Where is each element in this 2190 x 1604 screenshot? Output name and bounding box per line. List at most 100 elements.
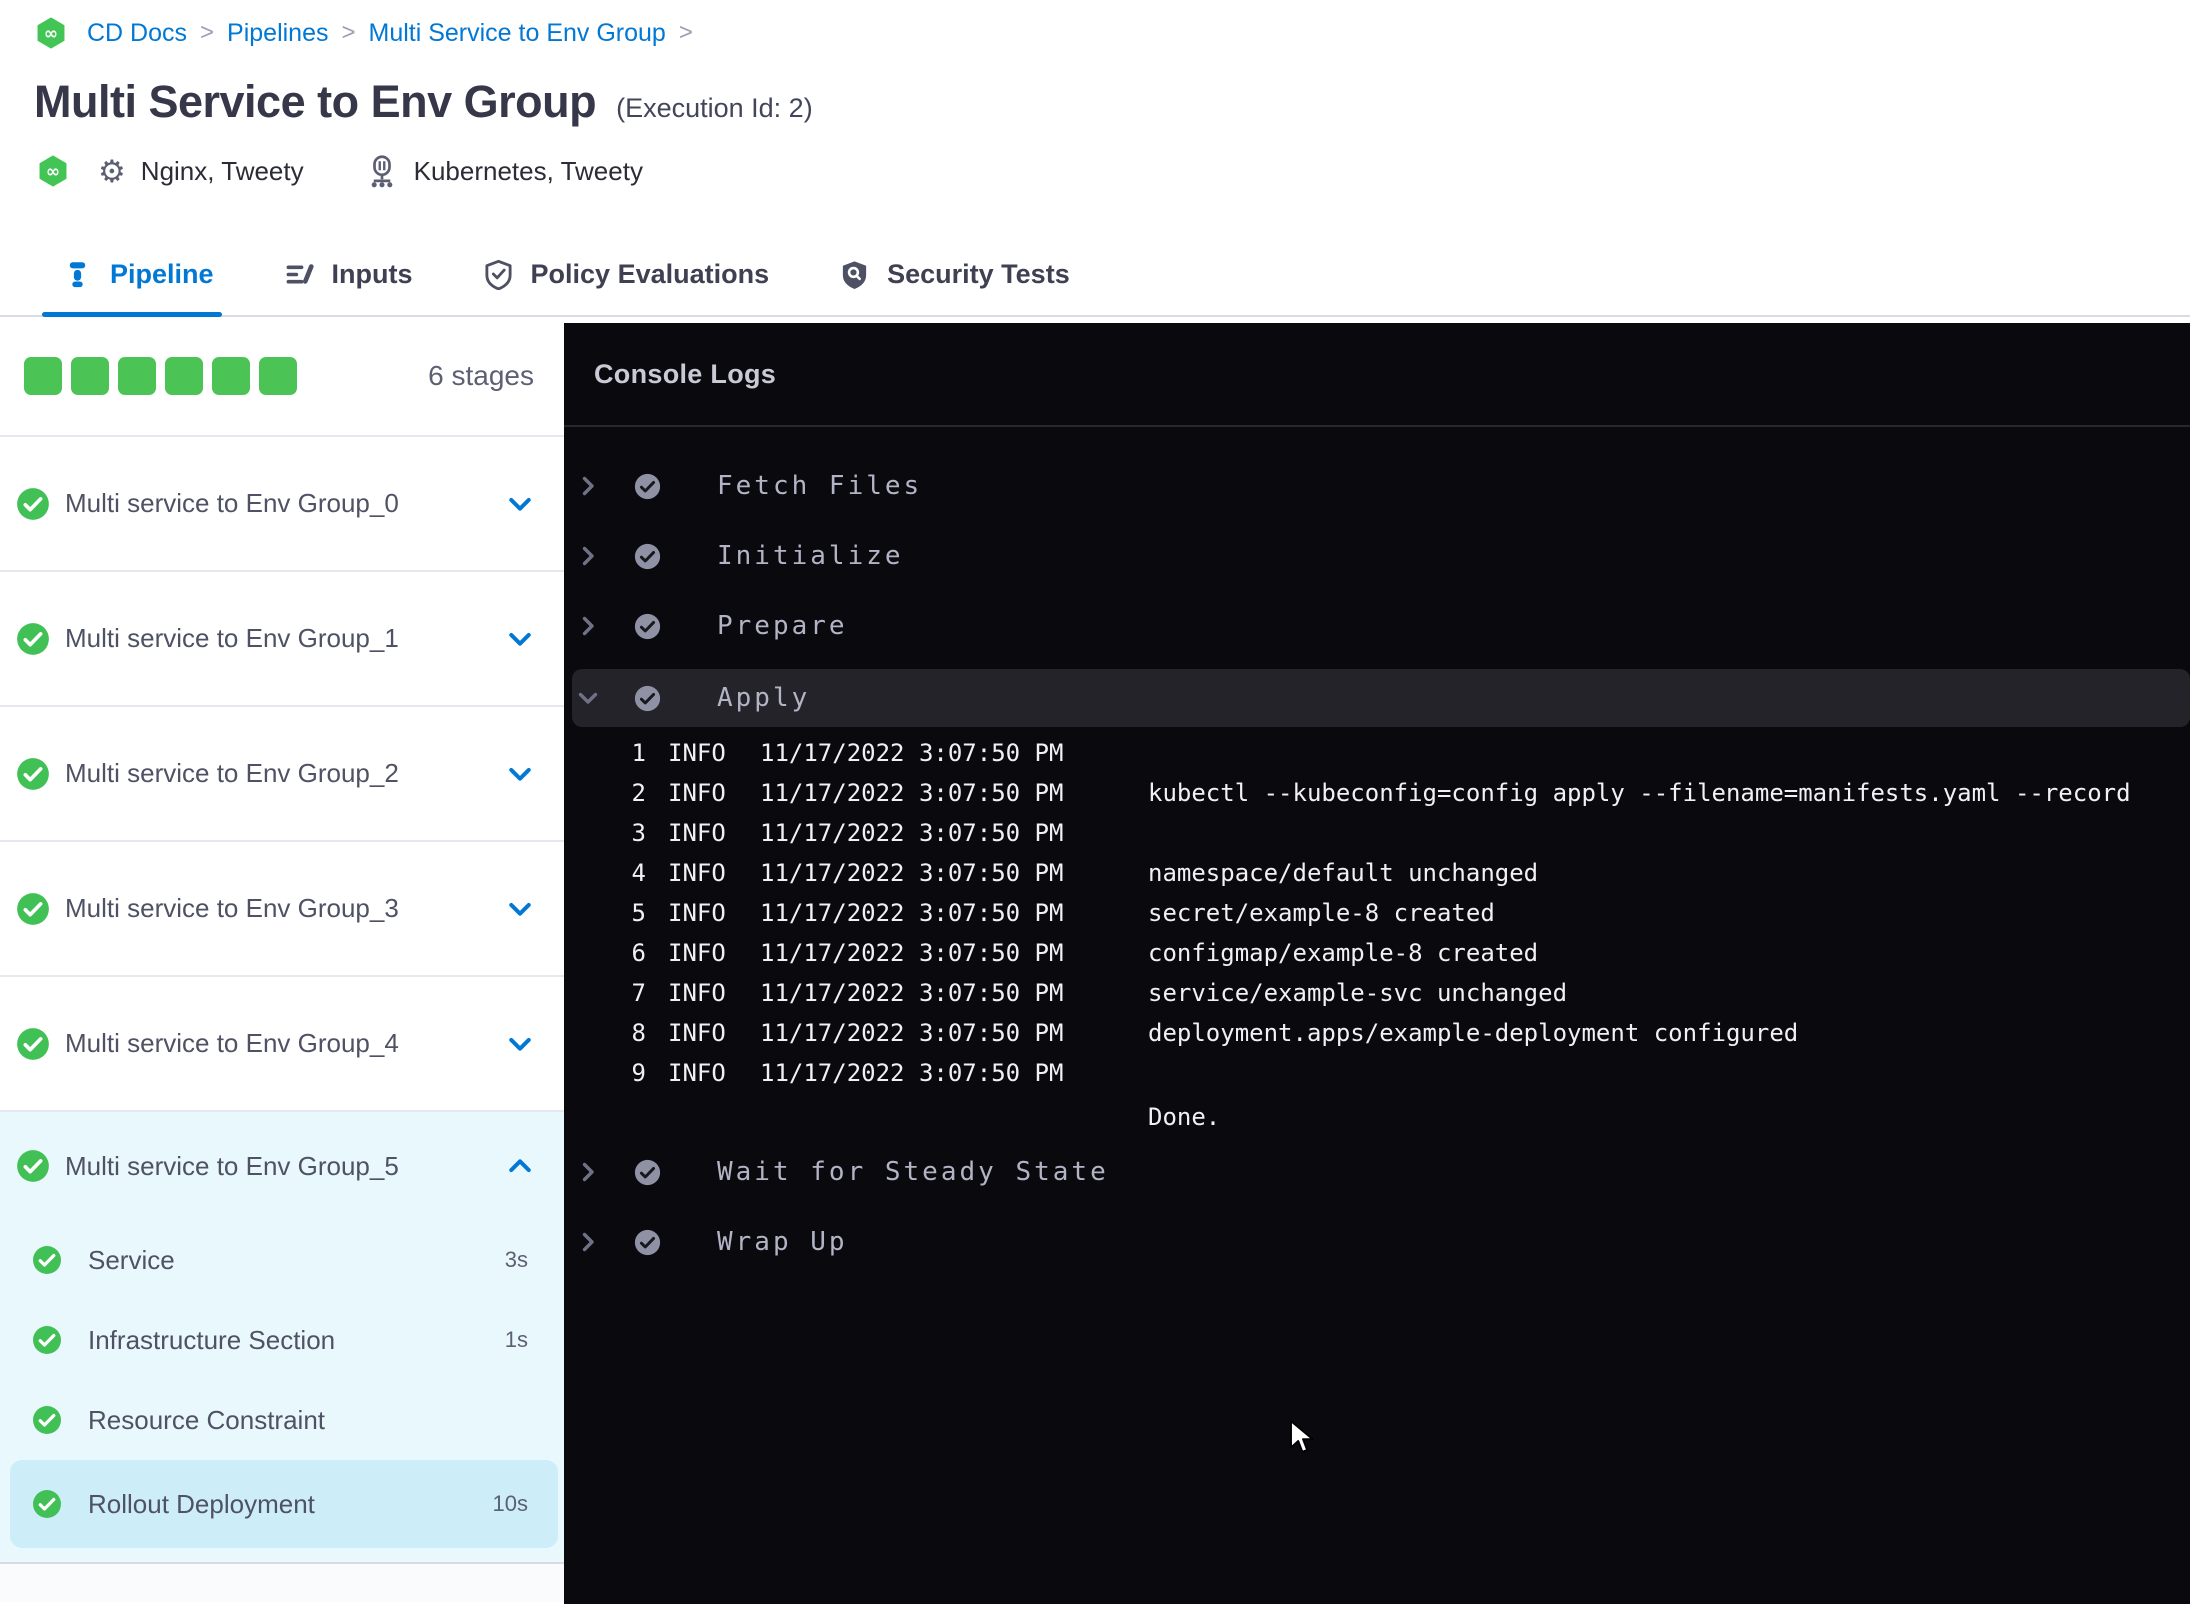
breadcrumb-separator-icon: > <box>341 19 356 46</box>
execution-id: (Execution Id: 2) <box>616 93 813 123</box>
log-section-wrap-up[interactable]: Wrap Up <box>564 1207 2190 1277</box>
tab-policy-evaluations[interactable]: Policy Evaluations <box>483 259 769 290</box>
success-check-icon <box>634 613 661 640</box>
stage-progress-squares <box>24 357 297 395</box>
success-check-icon <box>32 1405 62 1435</box>
step-row-infrastructure[interactable]: Infrastructure Section 1s <box>0 1300 564 1380</box>
success-check-icon <box>634 473 661 500</box>
log-level: INFO <box>668 739 726 767</box>
log-section-label: Initialize <box>717 541 904 571</box>
log-section-label: Wrap Up <box>717 1227 848 1257</box>
breadcrumb-separator-icon: > <box>200 19 215 46</box>
log-message: configmap/example-8 created <box>1148 939 1539 967</box>
tab-label: Inputs <box>331 258 413 289</box>
log-section-prepare[interactable]: Prepare <box>564 591 2190 661</box>
log-section-label: Wait for Steady State <box>717 1157 1109 1187</box>
log-level: INFO <box>668 1059 726 1087</box>
log-section-initialize[interactable]: Initialize <box>564 521 2190 591</box>
chevron-right-icon[interactable] <box>576 544 600 568</box>
log-timestamp: 11/17/2022 3:07:50 PM <box>760 779 1064 807</box>
log-section-fetch-files[interactable]: Fetch Files <box>564 451 2190 521</box>
step-label: Infrastructure Section <box>88 1324 336 1355</box>
step-label: Service <box>88 1244 175 1275</box>
breadcrumb-separator-icon: > <box>678 19 693 46</box>
stage-row-0[interactable]: Multi service to Env Group_0 <box>0 437 564 572</box>
log-tail-line: Done. <box>564 1093 2190 1137</box>
log-line: 8 INFO 11/17/2022 3:07:50 PM deployment.… <box>564 1013 2190 1053</box>
success-check-icon <box>16 892 50 926</box>
inputs-icon <box>284 259 315 290</box>
step-duration: 10s <box>492 1491 528 1516</box>
log-timestamp: 11/17/2022 3:07:50 PM <box>760 819 1064 847</box>
stage-count-label: 6 stages <box>428 360 534 391</box>
breadcrumb-cd-docs[interactable]: CD Docs <box>87 19 187 48</box>
stage-row-2[interactable]: Multi service to Env Group_2 <box>0 707 564 842</box>
console-header: Console Logs <box>564 323 2190 427</box>
log-level: INFO <box>668 1019 726 1047</box>
chevron-down-icon[interactable] <box>506 625 534 653</box>
chevron-down-icon[interactable] <box>506 1030 534 1058</box>
log-line: 2 INFO 11/17/2022 3:07:50 PM kubectl --k… <box>564 773 2190 813</box>
success-check-icon <box>32 1489 62 1519</box>
log-timestamp: 11/17/2022 3:07:50 PM <box>760 1019 1064 1047</box>
app-window: CD Docs > Pipelines > Multi Service to E… <box>0 0 2190 1604</box>
stage-row-4[interactable]: Multi service to Env Group_4 <box>0 977 564 1112</box>
log-output: 1 INFO 11/17/2022 3:07:50 PM 2 INFO 11/1… <box>564 733 2190 1137</box>
step-row-resource-constraint[interactable]: Resource Constraint <box>0 1380 564 1460</box>
stage-row-3[interactable]: Multi service to Env Group_3 <box>0 842 564 977</box>
stage-label: Multi service to Env Group_5 <box>65 1150 399 1181</box>
log-level: INFO <box>668 819 726 847</box>
tab-pipeline[interactable]: Pipeline <box>62 259 214 290</box>
tab-inputs[interactable]: Inputs <box>284 259 413 290</box>
chevron-down-icon[interactable] <box>576 686 600 710</box>
tab-security-tests[interactable]: Security Tests <box>839 259 1070 290</box>
log-level: INFO <box>668 779 726 807</box>
log-message: service/example-svc unchanged <box>1148 979 1568 1007</box>
chevron-right-icon[interactable] <box>576 474 600 498</box>
page-title: Multi Service to Env Group <box>34 76 597 127</box>
log-message: namespace/default unchanged <box>1148 859 1539 887</box>
step-duration: 3s <box>504 1247 528 1272</box>
stage-progress-square <box>212 357 250 395</box>
chevron-right-icon[interactable] <box>576 1160 600 1184</box>
environment-names[interactable]: Kubernetes, Tweety <box>414 156 643 187</box>
step-duration: 1s <box>504 1327 528 1352</box>
success-check-icon <box>634 685 661 712</box>
breadcrumb-pipeline-name[interactable]: Multi Service to Env Group <box>369 19 666 48</box>
log-line-number: 1 <box>631 739 646 767</box>
stage-row-5[interactable]: Multi service to Env Group_5 <box>0 1112 564 1220</box>
chevron-down-icon[interactable] <box>506 490 534 518</box>
log-level: INFO <box>668 899 726 927</box>
log-section-apply[interactable]: Apply <box>572 669 2190 727</box>
log-line-number: 2 <box>631 779 646 807</box>
chevron-down-icon[interactable] <box>506 895 534 923</box>
breadcrumb-pipelines[interactable]: Pipelines <box>227 19 328 48</box>
log-line: 7 INFO 11/17/2022 3:07:50 PM service/exa… <box>564 973 2190 1013</box>
success-check-icon <box>16 1027 50 1061</box>
stage-group-expanded: Multi service to Env Group_5 Service 3s … <box>0 1112 564 1564</box>
log-message: kubectl --kubeconfig=config apply --file… <box>1148 779 2131 807</box>
chevron-right-icon[interactable] <box>576 614 600 638</box>
service-names[interactable]: Nginx, Tweety <box>141 156 304 187</box>
stage-row-1[interactable]: Multi service to Env Group_1 <box>0 572 564 707</box>
stage-progress-square <box>259 357 297 395</box>
log-timestamp: 11/17/2022 3:07:50 PM <box>760 1059 1064 1087</box>
log-line-number: 3 <box>631 819 646 847</box>
step-row-service[interactable]: Service 3s <box>0 1220 564 1300</box>
chevron-right-icon[interactable] <box>576 1230 600 1254</box>
log-line: 3 INFO 11/17/2022 3:07:50 PM <box>564 813 2190 853</box>
log-line: 5 INFO 11/17/2022 3:07:50 PM secret/exam… <box>564 893 2190 933</box>
log-timestamp: 11/17/2022 3:07:50 PM <box>760 979 1064 1007</box>
step-row-rollout-deployment[interactable]: Rollout Deployment 10s <box>10 1460 558 1548</box>
log-section-wait-for-steady-state[interactable]: Wait for Steady State <box>564 1137 2190 1207</box>
title-row: Multi Service to Env Group (Execution Id… <box>34 76 813 128</box>
harness-logo-icon <box>36 154 70 188</box>
stage-progress-square <box>118 357 156 395</box>
success-check-icon <box>16 757 50 791</box>
chevron-up-icon[interactable] <box>506 1152 534 1180</box>
log-line-number: 4 <box>631 859 646 887</box>
tab-bar: Pipeline Inputs Policy Evaluations Secur… <box>0 233 2190 317</box>
chevron-down-icon[interactable] <box>506 760 534 788</box>
step-label: Resource Constraint <box>88 1404 325 1435</box>
success-check-icon <box>16 622 50 656</box>
